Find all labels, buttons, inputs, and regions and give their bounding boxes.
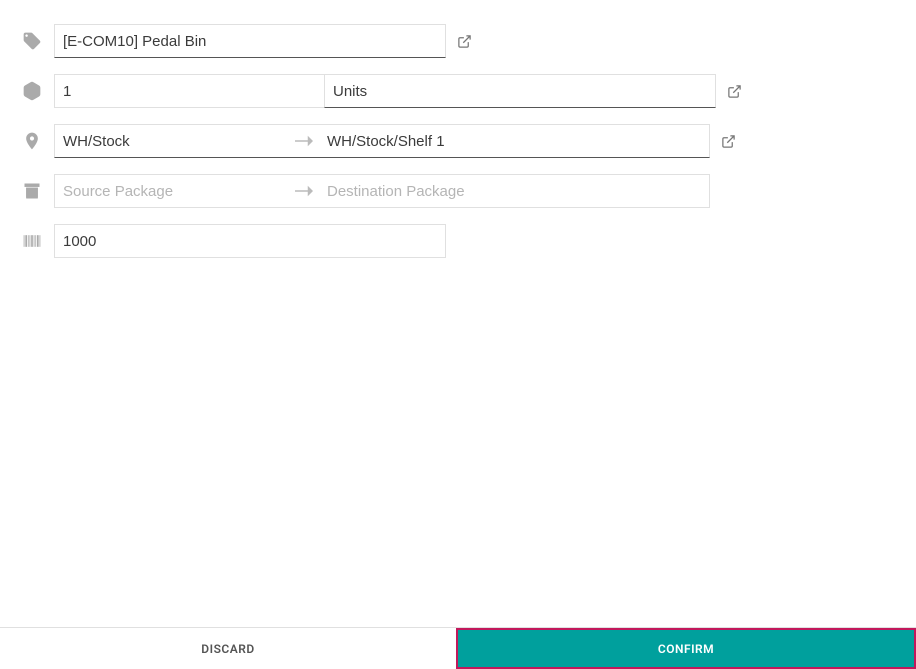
- external-link-icon[interactable]: [452, 34, 476, 49]
- barcode-row: [16, 224, 900, 258]
- product-row: [16, 24, 900, 58]
- archive-icon: [16, 181, 48, 201]
- discard-button[interactable]: DISCARD: [0, 628, 456, 669]
- quantity-input[interactable]: [54, 74, 324, 108]
- form-container: [0, 0, 916, 258]
- tag-icon: [16, 31, 48, 51]
- external-link-icon[interactable]: [716, 134, 740, 149]
- barcode-icon: [16, 231, 48, 251]
- barcode-input[interactable]: [54, 224, 446, 258]
- source-package-input[interactable]: [54, 174, 324, 208]
- quantity-row: [16, 74, 900, 108]
- external-link-icon[interactable]: [722, 84, 746, 99]
- source-location-input[interactable]: [54, 124, 324, 158]
- footer-bar: DISCARD CONFIRM: [0, 627, 916, 669]
- package-row: [16, 174, 900, 208]
- location-row: [16, 124, 900, 158]
- destination-location-input[interactable]: [318, 124, 710, 158]
- location-pin-icon: [16, 131, 48, 151]
- product-input[interactable]: [54, 24, 446, 58]
- destination-package-input[interactable]: [318, 174, 710, 208]
- confirm-button[interactable]: CONFIRM: [456, 628, 916, 669]
- cube-icon: [16, 81, 48, 101]
- uom-input[interactable]: [324, 74, 716, 108]
